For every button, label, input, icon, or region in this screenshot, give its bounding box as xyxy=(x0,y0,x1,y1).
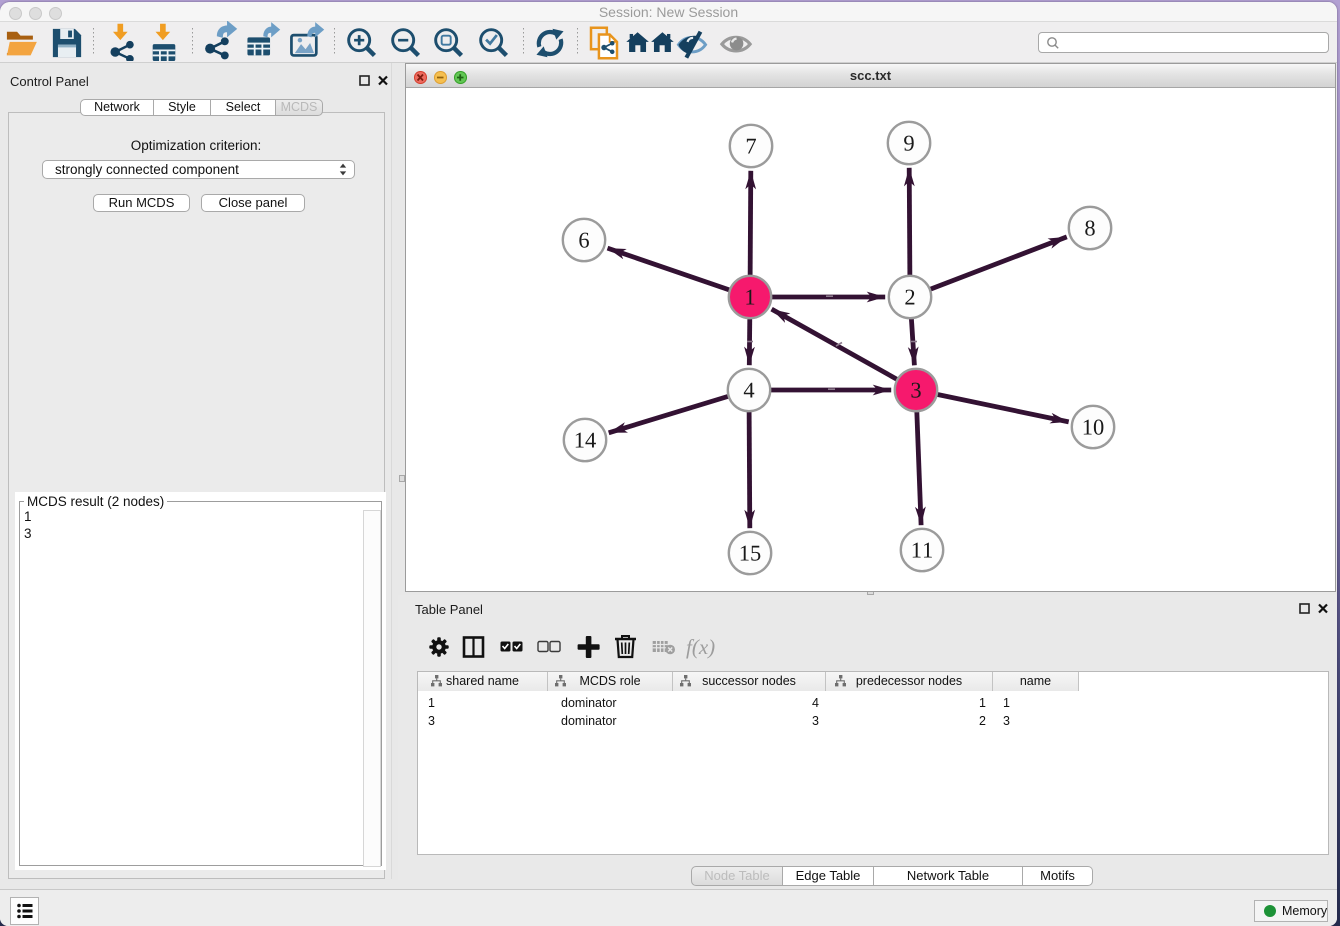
svg-text:f(x): f(x) xyxy=(686,635,715,659)
